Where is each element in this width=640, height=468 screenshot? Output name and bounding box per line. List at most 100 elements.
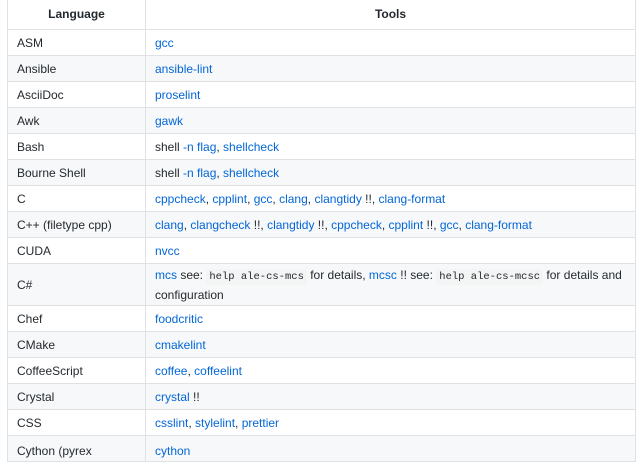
language-cell: CSS bbox=[7, 409, 146, 436]
tool-link[interactable]: mcsc bbox=[369, 268, 397, 282]
tool-link[interactable]: coffeelint bbox=[194, 364, 242, 378]
tool-link[interactable]: cpplint bbox=[389, 218, 424, 232]
tools-cell: gawk bbox=[145, 107, 636, 134]
tool-text: shell bbox=[155, 165, 184, 180]
tool-text: for details, bbox=[306, 267, 369, 282]
tool-link[interactable]: clang bbox=[279, 192, 308, 206]
table-row: Chef foodcritic bbox=[7, 305, 636, 332]
tool-link[interactable]: cppcheck bbox=[155, 192, 206, 206]
tool-link[interactable]: csslint bbox=[155, 416, 188, 430]
tools-cell: gcc bbox=[145, 29, 636, 56]
tool-text: !! see: bbox=[396, 267, 437, 282]
language-cell: Crystal bbox=[7, 383, 146, 410]
table-row: AsciiDoc proselint bbox=[7, 81, 636, 108]
tool-link[interactable]: shellcheck bbox=[223, 166, 279, 180]
header-tools: Tools bbox=[145, 0, 636, 30]
tools-cell: ansible-lint bbox=[145, 55, 636, 82]
tool-link[interactable]: stylelint bbox=[195, 416, 235, 430]
tool-text: , bbox=[235, 415, 242, 430]
table-row: C++ (filetype cpp) clang, clangcheck !!, … bbox=[7, 211, 636, 238]
tool-link[interactable]: crystal bbox=[155, 390, 190, 404]
tools-table-view: Language Tools ASM gcc Ansible ansible-lint… bbox=[0, 0, 640, 468]
tools-cell: crystal !! bbox=[145, 383, 636, 410]
tool-text: !!, bbox=[423, 217, 440, 232]
tools-cell: proselint bbox=[145, 81, 636, 108]
language-cell: CUDA bbox=[7, 237, 146, 264]
tool-link[interactable]: cmakelint bbox=[155, 338, 206, 352]
tool-link[interactable]: clangtidy bbox=[267, 218, 314, 232]
language-cell: Awk bbox=[7, 107, 146, 134]
language-cell: Cython (pyrex bbox=[7, 435, 146, 462]
tool-link[interactable]: ansible-lint bbox=[155, 62, 212, 76]
tool-link[interactable]: -n flag bbox=[183, 166, 216, 180]
tool-text: !!, bbox=[314, 217, 332, 232]
tool-text: !!, bbox=[250, 217, 268, 232]
language-cell: ASM bbox=[7, 29, 146, 56]
tool-text: !! bbox=[189, 389, 200, 404]
tools-cell: nvcc bbox=[145, 237, 636, 264]
tools-cell: csslint, stylelint, prettier bbox=[145, 409, 636, 436]
tools-cell: cppcheck, cpplint, gcc, clang, clangtidy… bbox=[145, 185, 636, 212]
tool-link[interactable]: proselint bbox=[155, 88, 200, 102]
tool-link[interactable]: clang-format bbox=[465, 218, 532, 232]
tool-link[interactable]: mcs bbox=[155, 268, 177, 282]
tools-cell: shell -n flag, shellcheck bbox=[145, 159, 636, 186]
tool-link[interactable]: gcc bbox=[155, 36, 174, 50]
tool-link[interactable]: clang bbox=[155, 218, 184, 232]
table-row: Cython (pyrex cython bbox=[7, 435, 636, 462]
tool-link[interactable]: clang-format bbox=[379, 192, 446, 206]
tool-text: , bbox=[381, 217, 389, 232]
table-row: Awk gawk bbox=[7, 107, 636, 134]
table-row: C# mcs see: help ale-cs-mcs for details, … bbox=[7, 263, 636, 306]
tool-link[interactable]: coffee bbox=[155, 364, 187, 378]
header-language: Language bbox=[7, 0, 146, 30]
table-row: Bourne Shell shell -n flag, shellcheck bbox=[7, 159, 636, 186]
tool-link[interactable]: foodcritic bbox=[155, 312, 203, 326]
tool-link[interactable]: cppcheck bbox=[331, 218, 382, 232]
table-row: Ansible ansible-lint bbox=[7, 55, 636, 82]
table-row: Crystal crystal !! bbox=[7, 383, 636, 410]
language-cell: CoffeeScript bbox=[7, 357, 146, 384]
tool-link[interactable]: gawk bbox=[155, 114, 183, 128]
table-row: Bash shell -n flag, shellcheck bbox=[7, 133, 636, 160]
table-row: Ccppcheck, cpplint, gcc, clang, clangtid… bbox=[7, 185, 636, 212]
table-row: ASM gcc bbox=[7, 29, 636, 56]
language-cell: Bash bbox=[7, 133, 146, 160]
tool-link[interactable]: prettier bbox=[242, 416, 279, 430]
tools-cell: coffee, coffeelint bbox=[145, 357, 636, 384]
inline-code: help ale-cs-mcsc bbox=[436, 268, 544, 285]
tools-cell: cmakelint bbox=[145, 331, 636, 358]
tool-text: !!, bbox=[361, 191, 379, 206]
table-row: CMake cmakelint bbox=[7, 331, 636, 358]
tool-link[interactable]: clangtidy bbox=[314, 192, 361, 206]
language-tools-table: Language Tools ASM gcc Ansible ansible-lint… bbox=[7, 0, 636, 462]
tools-cell: shell -n flag, shellcheck bbox=[145, 133, 636, 160]
inline-code: help ale-cs-mcs bbox=[206, 268, 307, 285]
tool-text: shell bbox=[155, 139, 184, 154]
tool-link[interactable]: gcc bbox=[440, 218, 459, 232]
tool-text: see: bbox=[177, 267, 207, 282]
tool-link[interactable]: cython bbox=[155, 444, 190, 458]
language-cell: C bbox=[7, 185, 146, 212]
tools-cell: cython bbox=[145, 435, 636, 462]
language-cell: Ansible bbox=[7, 55, 146, 82]
tools-cell: foodcritic bbox=[145, 305, 636, 332]
table-row: CSS csslint, stylelint, prettier bbox=[7, 409, 636, 436]
tool-link[interactable]: clangcheck bbox=[190, 218, 250, 232]
language-cell: C++ (filetype cpp) bbox=[7, 211, 146, 238]
language-cell: Chef bbox=[7, 305, 146, 332]
tool-link[interactable]: nvcc bbox=[155, 244, 180, 258]
language-cell: Bourne Shell bbox=[7, 159, 146, 186]
tool-link[interactable]: -n flag bbox=[183, 140, 216, 154]
language-cell: C# bbox=[7, 263, 146, 306]
tool-link[interactable]: cpplint bbox=[212, 192, 247, 206]
tool-text: , bbox=[188, 415, 196, 430]
language-cell: AsciiDoc bbox=[7, 81, 146, 108]
tool-link[interactable]: gcc bbox=[254, 192, 273, 206]
tools-cell: mcs see: help ale-cs-mcs for details, mc… bbox=[145, 263, 636, 306]
table-header-row: Language Tools bbox=[7, 0, 636, 30]
tool-link[interactable]: shellcheck bbox=[223, 140, 279, 154]
tools-cell: clang, clangcheck !!, clangtidy !!, cppc… bbox=[145, 211, 636, 238]
tool-text: , bbox=[247, 191, 254, 206]
language-cell: CMake bbox=[7, 331, 146, 358]
